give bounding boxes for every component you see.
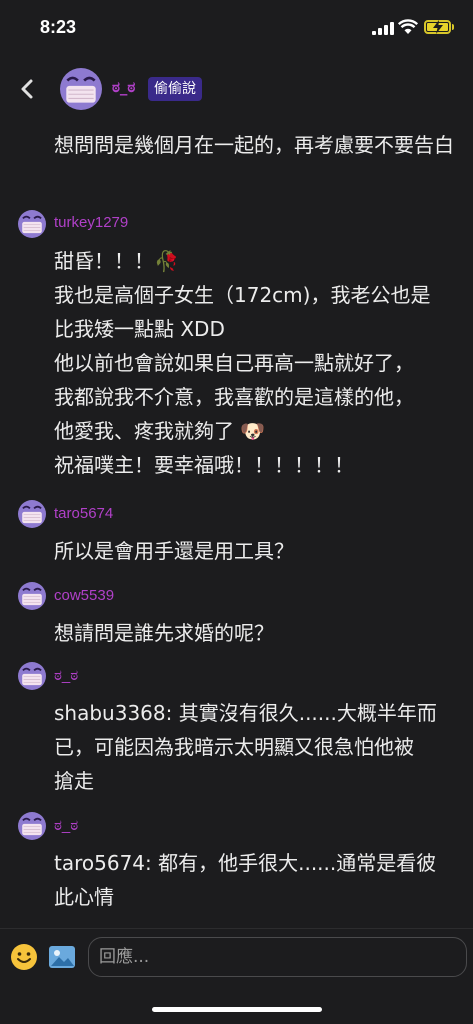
message-text: 所以是會用手還是用工具？ [54, 534, 454, 568]
username[interactable]: turkey1279 [54, 214, 128, 231]
message-line: 他愛我、疼我就夠了 🐶 [54, 419, 266, 443]
message-line: 我也是高個子女生（172cm)，我老公也是 [54, 283, 431, 307]
user-avatar[interactable] [18, 210, 46, 238]
message-text: taro5674: 都有，他手很大......通常是看彼 此心情 [54, 846, 454, 914]
user-avatar[interactable] [18, 582, 46, 610]
message-line: 比我矮一點點 XDD [54, 317, 225, 341]
message-line: shabu3368: 其實沒有很久......大概半年而 [54, 701, 437, 725]
plurk-header: ಠ_ಠ 偷偷說 [0, 56, 473, 122]
message-line: 想請問是誰先求婚的呢？ [54, 621, 274, 645]
message-line: 他以前也會說如果自己再高一點就好了， [54, 351, 414, 375]
battery-tip [452, 24, 454, 30]
message-line: 祝福噗主！要幸福哦！！！！！！ [54, 453, 354, 477]
user-avatar[interactable] [18, 500, 46, 528]
message-text: 想問問是幾個月在一起的，再考慮要不要告白 [54, 128, 454, 162]
message-line: 搶走 [54, 769, 94, 793]
message-line: taro5674: 都有，他手很大......通常是看彼 [54, 851, 437, 875]
wifi-icon [398, 19, 418, 34]
back-chevron-icon[interactable] [14, 74, 42, 104]
username[interactable]: ಠ_ಠ [54, 817, 78, 834]
author-avatar[interactable] [60, 68, 102, 110]
message-text: 甜昏！！！🥀 我也是高個子女生（172cm)，我老公也是 比我矮一點點 XDD 他以前… [54, 244, 454, 482]
home-indicator [152, 1007, 322, 1012]
message-line: 想問問是幾個月在一起的，再考慮要不要告白 [54, 133, 454, 157]
author-name[interactable]: ಠ_ಠ [112, 78, 135, 96]
battery-icon [424, 20, 451, 34]
user-avatar[interactable] [18, 662, 46, 690]
emoji-icon[interactable] [10, 943, 38, 971]
anonymous-badge: 偷偷說 [148, 77, 202, 101]
message-line: 所以是會用手還是用工具？ [54, 539, 294, 563]
image-upload-icon[interactable] [48, 943, 76, 971]
username[interactable]: taro5674 [54, 505, 113, 522]
status-time: 8:23 [40, 17, 77, 37]
username[interactable]: cow5539 [54, 587, 114, 604]
status-bar: 8:23 [0, 0, 473, 56]
reply-input[interactable] [88, 937, 467, 977]
message-line: 甜昏！！！🥀 [54, 249, 179, 273]
cellular-signal-icon [372, 22, 394, 35]
message-line: 我都說我不介意，我喜歡的是這樣的他， [54, 385, 414, 409]
message-line: 此心情 [54, 885, 114, 909]
message-line: 已，可能因為我暗示太明顯又很急怕他被 [54, 735, 414, 759]
username[interactable]: ಠ_ಠ [54, 667, 78, 684]
message-text: shabu3368: 其實沒有很久......大概半年而 已，可能因為我暗示太明顯… [54, 696, 454, 798]
user-avatar[interactable] [18, 812, 46, 840]
message-text: 想請問是誰先求婚的呢？ [54, 616, 454, 650]
